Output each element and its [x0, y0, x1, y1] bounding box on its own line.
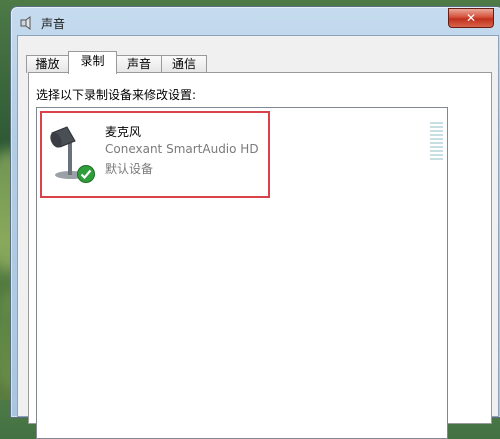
- close-button[interactable]: ✕: [448, 8, 494, 28]
- dialog-client-area: 播放 录制 声音 通信 选择以下录制设备来修改设置: 麦克风 Conexant …: [17, 35, 499, 439]
- recording-tab-panel: 选择以下录制设备来修改设置: 麦克风 Conexant SmartAudio H…: [28, 72, 492, 439]
- tab-recording[interactable]: 录制: [68, 51, 117, 74]
- tab-playback[interactable]: 播放: [26, 55, 69, 73]
- device-description: Conexant SmartAudio HD: [105, 142, 259, 156]
- title-bar[interactable]: 声音 ✕: [11, 7, 500, 35]
- instruction-label: 选择以下录制设备来修改设置:: [36, 88, 197, 102]
- window-title: 声音: [41, 17, 66, 31]
- tab-sounds[interactable]: 声音: [116, 55, 162, 73]
- default-check-icon: [77, 165, 95, 183]
- sound-dialog-window: 声音 ✕ 播放 录制 声音 通信 选择以下录制设备来修改设置: 麦克风 Cone…: [10, 6, 500, 439]
- close-icon: ✕: [465, 11, 477, 25]
- list-item-microphone[interactable]: 麦克风 Conexant SmartAudio HD 默认设备: [40, 111, 270, 198]
- recording-device-list[interactable]: 麦克风 Conexant SmartAudio HD 默认设备: [36, 107, 448, 439]
- device-name: 麦克风: [105, 125, 142, 139]
- input-level-meter: [430, 122, 443, 162]
- tab-communications[interactable]: 通信: [161, 55, 207, 73]
- speaker-icon: [20, 15, 34, 30]
- device-status: 默认设备: [105, 162, 154, 176]
